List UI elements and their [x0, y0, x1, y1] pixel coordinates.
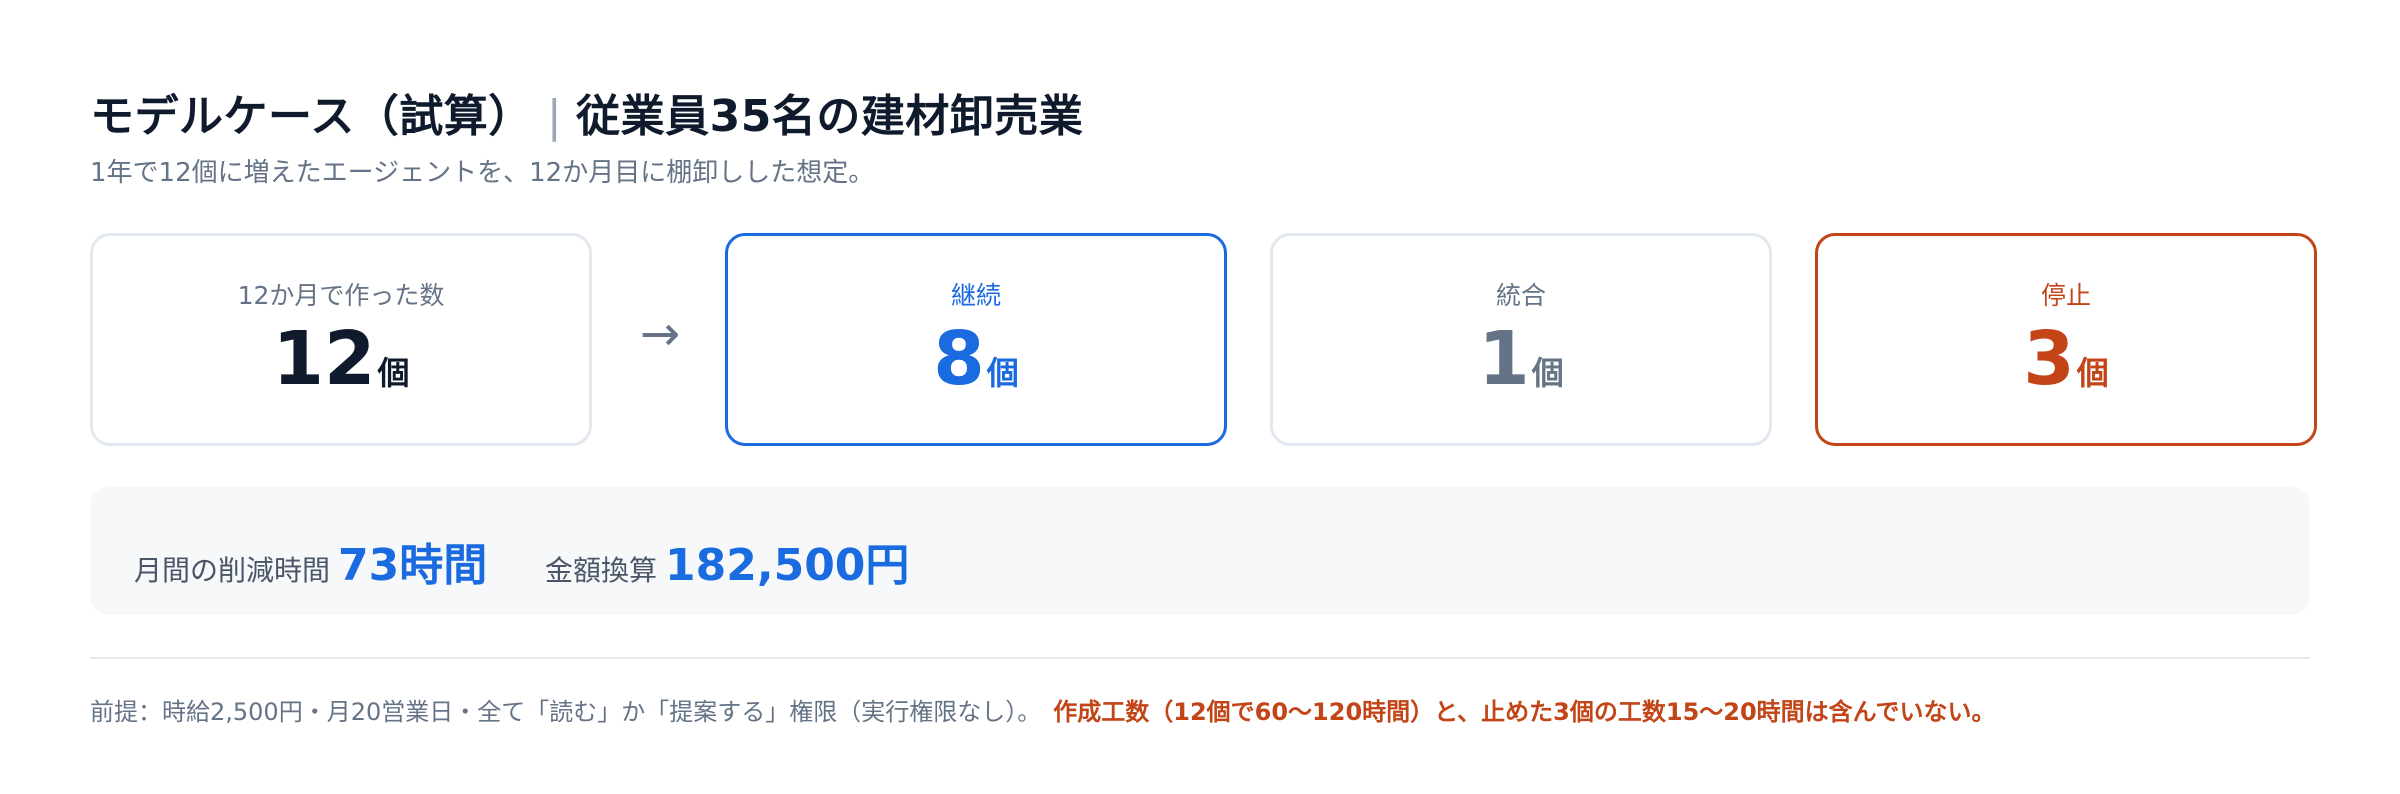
card-value: 1個 [1273, 322, 1769, 396]
card-label: 12か月で作った数 [237, 281, 445, 310]
card-unit: 個 [1531, 354, 1564, 392]
title-sub: 従業員35名の建材卸売業 [576, 91, 1084, 142]
card-continue: 継続 8個 [725, 233, 1227, 446]
monthly-time-saved: 月間の削減時間 73時間 [134, 529, 487, 593]
title-separator: | [546, 91, 563, 142]
arrow-right-icon: → [639, 306, 681, 362]
money-label: 金額換算 [545, 554, 658, 587]
card-unit: 個 [377, 354, 410, 392]
time-saved-label: 月間の削減時間 [134, 554, 331, 587]
footnote-premise: 前提：時給2,500円・月20営業日・全て「読む」か「提案する」権限（実行権限な… [90, 698, 1042, 726]
card-number: 3 [2023, 316, 2075, 402]
card-unit: 個 [986, 354, 1019, 392]
page-subtitle: 1年で12個に増えたエージェントを、12か月目に棚卸しした想定。 [90, 158, 875, 188]
money-value: 182,500円 [665, 540, 910, 591]
page-title: モデルケース（試算） | 従業員35名の建材卸売業 [90, 80, 1083, 144]
card-merge: 統合 1個 [1270, 233, 1772, 446]
card-label: 継続 [950, 281, 1001, 310]
savings-summary: 月間の削減時間 73時間 金額換算 182,500円 [90, 487, 2310, 615]
time-saved-value: 73時間 [338, 540, 488, 591]
card-number: 1 [1478, 316, 1530, 402]
card-stop: 停止 3個 [1815, 233, 2317, 446]
card-unit: 個 [2076, 354, 2109, 392]
card-label: 統合 [1495, 281, 1546, 310]
footnote: 前提：時給2,500円・月20営業日・全て「読む」か「提案する」権限（実行権限な… [90, 692, 1995, 727]
footnote-warning: 作成工数（12個で60〜120時間）と、止めた3個の工数15〜20時間は含んでい… [1053, 698, 1996, 726]
card-number: 12 [272, 316, 376, 402]
card-value: 8個 [728, 322, 1224, 396]
monetary-equivalent: 金額換算 182,500円 [545, 529, 909, 593]
card-made-count: 12か月で作った数 12個 [90, 233, 592, 446]
divider [90, 657, 2310, 659]
card-label: 停止 [2040, 281, 2091, 310]
card-number: 8 [933, 316, 985, 402]
card-value: 12個 [93, 322, 589, 396]
title-main: モデルケース（試算） [90, 91, 533, 142]
card-value: 3個 [1818, 322, 2314, 396]
